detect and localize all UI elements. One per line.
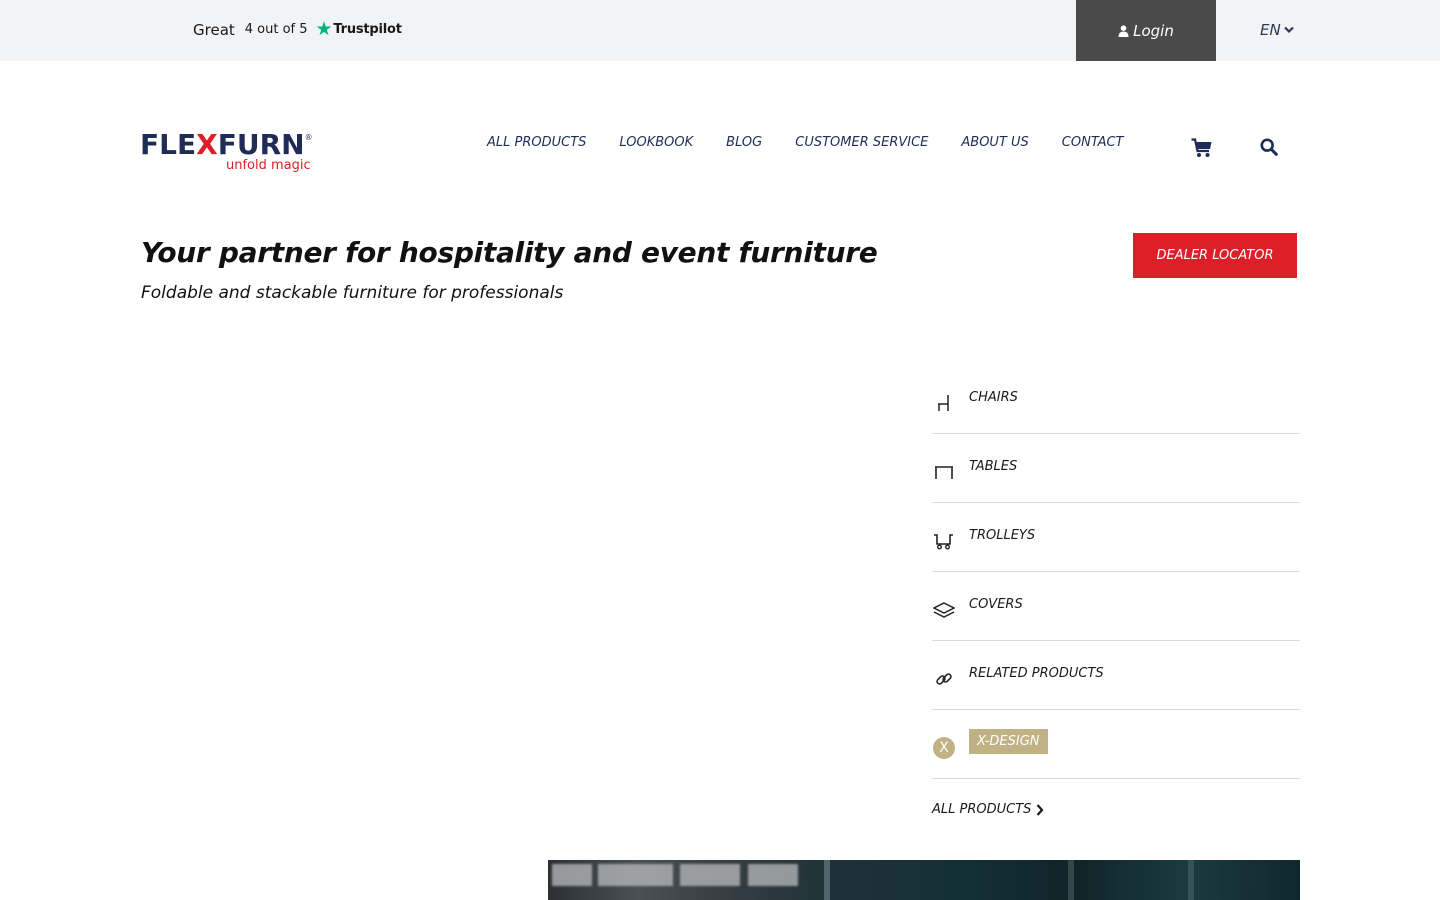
category-label: X-DESIGN: [969, 729, 1048, 754]
nav-customer-service[interactable]: CUSTOMER SERVICE: [795, 135, 928, 150]
language-label: EN: [1260, 21, 1281, 39]
category-label: TABLES: [969, 459, 1018, 474]
top-bar: Great 4 out of 5 ★ Trustpilot Login EN: [0, 0, 1440, 61]
search-button[interactable]: [1260, 138, 1278, 160]
category-item-chairs[interactable]: CHAIRS: [932, 365, 1300, 434]
logo-part-x: X: [196, 128, 218, 161]
category-item-x-design[interactable]: X X-DESIGN: [932, 710, 1300, 779]
logo-reg-mark: ®: [304, 133, 313, 142]
logo-wordmark: FLEXFURN®: [140, 128, 313, 161]
main-nav: ALL PRODUCTS LOOKBOOK BLOG CUSTOMER SERV…: [487, 135, 1157, 150]
trustpilot-rating-word: Great: [193, 20, 235, 39]
x-design-icon: X: [932, 736, 956, 760]
login-button[interactable]: Login: [1076, 0, 1216, 61]
nav-blog[interactable]: BLOG: [726, 135, 762, 150]
photo-detail: [552, 864, 592, 886]
logo-tagline: unfold magic: [226, 158, 311, 173]
flexfurn-logo[interactable]: FLEXFURN® unfold magic: [140, 118, 330, 178]
category-label: CHAIRS: [969, 390, 1018, 405]
dealer-locator-button[interactable]: DEALER LOCATOR: [1133, 233, 1297, 278]
trustpilot-star-icon: ★: [315, 18, 333, 40]
chevron-right-icon: [1037, 803, 1044, 816]
nav-contact[interactable]: CONTACT: [1062, 135, 1124, 150]
all-products-link[interactable]: ALL PRODUCTS: [932, 802, 1044, 817]
photo-detail: [598, 864, 673, 886]
x-design-dot: X: [933, 737, 955, 759]
link-icon: [932, 667, 956, 691]
nav-all-products[interactable]: ALL PRODUCTS: [487, 135, 586, 150]
language-selector[interactable]: EN: [1260, 21, 1294, 39]
chair-icon: [932, 391, 956, 415]
trustpilot-widget[interactable]: Great 4 out of 5 ★ Trustpilot: [193, 20, 402, 39]
category-label: COVERS: [969, 597, 1023, 612]
nav-lookbook[interactable]: LOOKBOOK: [619, 135, 693, 150]
page-subtitle: Foldable and stackable furniture for pro…: [141, 283, 564, 303]
search-icon: [1260, 138, 1278, 156]
cart-icon: [1191, 138, 1212, 157]
trustpilot-brand-label: Trustpilot: [333, 22, 402, 37]
chevron-down-icon: [1283, 26, 1294, 34]
nav-about-us[interactable]: ABOUT US: [961, 135, 1028, 150]
all-products-label: ALL PRODUCTS: [932, 802, 1032, 817]
trolley-icon: [932, 529, 956, 553]
logo-part-end: FURN: [217, 128, 305, 161]
photo-detail: [680, 864, 740, 886]
photo-detail: [824, 860, 830, 900]
category-item-trolleys[interactable]: TROLLEYS: [932, 503, 1300, 572]
logo-part-start: FLE: [140, 128, 197, 161]
user-icon: [1118, 24, 1129, 37]
cart-button[interactable]: [1191, 138, 1213, 162]
category-item-tables[interactable]: TABLES: [932, 434, 1300, 503]
photo-detail: [1068, 860, 1074, 900]
category-label: TROLLEYS: [969, 528, 1036, 543]
photo-detail: [1188, 860, 1194, 900]
login-label: Login: [1133, 21, 1174, 40]
hero-photo: [548, 860, 1300, 900]
category-list: CHAIRS TABLES TROLLEYS COVERS RELATED PR…: [932, 365, 1300, 779]
table-icon: [932, 460, 956, 484]
category-label: RELATED PRODUCTS: [969, 666, 1104, 681]
trustpilot-brand: ★ Trustpilot: [316, 20, 402, 39]
trustpilot-score: 4 out of 5: [244, 22, 308, 37]
category-item-covers[interactable]: COVERS: [932, 572, 1300, 641]
category-item-related-products[interactable]: RELATED PRODUCTS: [932, 641, 1300, 710]
photo-detail: [748, 864, 798, 886]
page-title: Your partner for hospitality and event f…: [141, 236, 878, 269]
layers-icon: [932, 598, 956, 622]
